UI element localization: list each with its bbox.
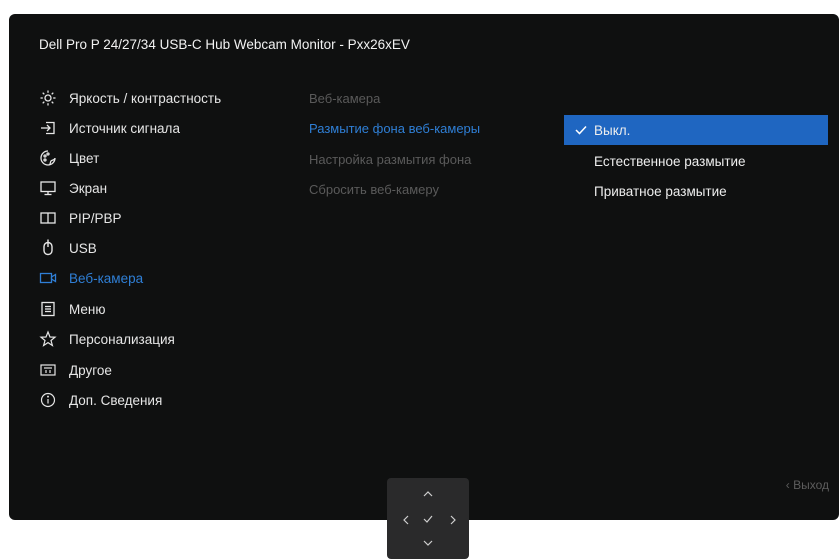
usb-mouse-icon	[39, 239, 57, 257]
info-icon	[39, 391, 57, 409]
menu-item-label: Источник сигнала	[69, 120, 180, 136]
exit-button[interactable]: ‹ Выход	[786, 478, 829, 492]
checkmark-icon	[574, 125, 588, 135]
menu-item-pip-pbp[interactable]: PIP/PBP	[39, 207, 289, 229]
menu-item-input-source[interactable]: Источник сигнала	[39, 117, 289, 139]
menu-icon	[39, 300, 57, 318]
option-label: Естественное размытие	[594, 153, 746, 169]
menu-item-color[interactable]: Цвет	[39, 147, 289, 169]
menu-item-label: Доп. Сведения	[69, 392, 163, 408]
joystick-guide	[387, 478, 469, 559]
option-private-blur[interactable]: Приватное размытие	[564, 176, 828, 206]
option-natural-blur[interactable]: Естественное размытие	[564, 146, 828, 176]
menu-item-label: USB	[69, 240, 97, 256]
star-icon	[39, 330, 57, 348]
display-icon	[39, 179, 57, 197]
menu-item-usb[interactable]: USB	[39, 237, 289, 259]
submenu-item-background-blur[interactable]: Размытие фона веб-камеры	[309, 117, 480, 139]
osd-panel: Dell Pro P 24/27/34 USB-C Hub Webcam Mon…	[9, 14, 839, 520]
color-icon	[39, 149, 57, 167]
right-arrow-icon[interactable]	[447, 515, 459, 528]
menu-item-webcam[interactable]: Веб-камера	[39, 267, 289, 289]
menu-item-label: Яркость / контрастность	[69, 90, 222, 106]
up-arrow-icon[interactable]	[422, 490, 434, 500]
webcam-icon	[39, 269, 57, 287]
pip-pbp-icon	[39, 209, 57, 227]
input-source-icon	[39, 119, 57, 137]
submenu-header-webcam: Веб-камера	[309, 90, 381, 106]
submenu-item-reset-webcam[interactable]: Сбросить веб-камеру	[309, 178, 439, 200]
menu-item-label: Меню	[69, 301, 106, 317]
option-label: Выкл.	[594, 122, 631, 138]
submenu-item-blur-settings[interactable]: Настройка размытия фона	[309, 148, 471, 170]
menu-item-label: PIP/PBP	[69, 210, 122, 226]
menu-item-others[interactable]: Другое	[39, 359, 289, 381]
down-arrow-icon[interactable]	[422, 539, 434, 549]
menu-item-label: Другое	[69, 362, 112, 378]
option-off[interactable]: Выкл.	[564, 115, 828, 145]
osd-title: Dell Pro P 24/27/34 USB-C Hub Webcam Mon…	[39, 37, 410, 52]
menu-item-label: Экран	[69, 180, 108, 196]
left-arrow-icon[interactable]	[400, 515, 412, 528]
brightness-icon	[39, 89, 57, 107]
menu-item-label: Персонализация	[69, 331, 175, 347]
menu-item-menu[interactable]: Меню	[39, 298, 289, 320]
menu-item-more-info[interactable]: Доп. Сведения	[39, 389, 289, 411]
menu-item-label: Цвет	[69, 150, 100, 166]
menu-item-personalize[interactable]: Персонализация	[39, 328, 289, 350]
menu-item-brightness-contrast[interactable]: Яркость / контрастность	[39, 87, 289, 109]
ok-check-icon[interactable]	[422, 515, 434, 526]
menu-item-label: Веб-камера	[69, 270, 144, 286]
option-label: Приватное размытие	[594, 183, 727, 199]
others-icon	[39, 361, 57, 379]
menu-item-display[interactable]: Экран	[39, 177, 289, 199]
